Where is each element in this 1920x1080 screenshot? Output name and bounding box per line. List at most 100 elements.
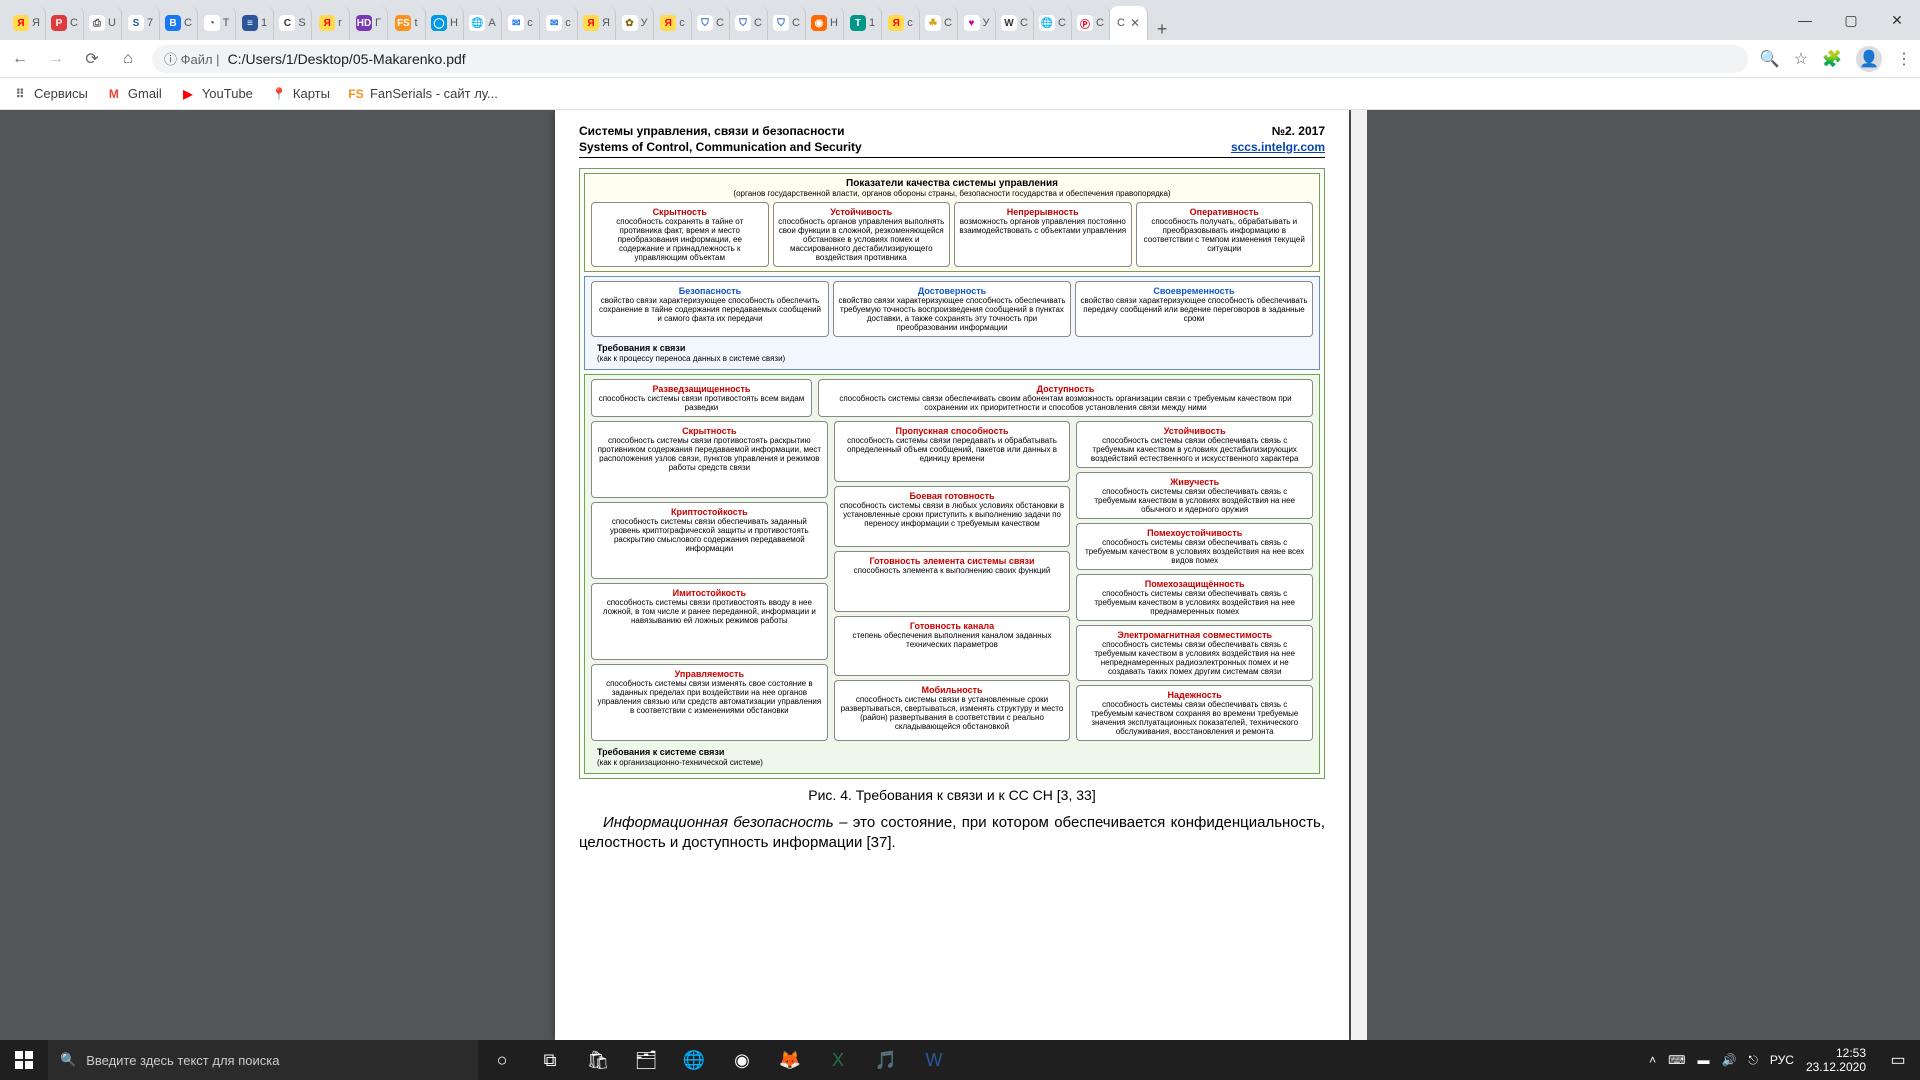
browser-tab[interactable]: ✿У (616, 6, 654, 40)
cell-title: Надежность (1081, 690, 1308, 700)
browser-tab[interactable]: Яc (882, 6, 920, 40)
pdf-page: Системы управления, связи и безопасности… (555, 110, 1349, 1040)
battery-icon[interactable]: ▬ (1697, 1053, 1709, 1067)
close-window-button[interactable]: ✕ (1874, 0, 1920, 40)
favicon: S (128, 15, 144, 31)
bookmark-item[interactable]: ▶YouTube (180, 86, 253, 102)
browser-tab[interactable]: ☘С (920, 6, 958, 40)
cortana-icon[interactable]: ○ (478, 1040, 526, 1080)
wifi-icon[interactable]: ⎋ (1748, 1053, 1758, 1068)
cell-desc: способность элемента к выполнению своих … (839, 566, 1066, 575)
browser-tab[interactable]: PС (46, 6, 84, 40)
favicon: ✿ (622, 15, 638, 31)
vertical-scrollbar[interactable] (1351, 110, 1367, 1040)
browser-tab[interactable]: ⛉С (730, 6, 768, 40)
keyboard-icon[interactable]: ⌨ (1668, 1053, 1685, 1067)
tab-title: 7 (147, 17, 153, 29)
cell-title: Разведзащищенность (596, 384, 807, 394)
firefox-icon[interactable]: 🦊 (766, 1040, 814, 1080)
browser-tab[interactable]: ♥У (958, 6, 996, 40)
browser-tab[interactable]: HDГ (350, 6, 388, 40)
menu-icon[interactable]: ⋮ (1896, 49, 1912, 69)
url-text: C:/Users/1/Desktop/05-Makarenko.pdf (228, 51, 466, 67)
favicon: ✉ (546, 15, 562, 31)
bookmark-star-icon[interactable]: ☆ (1794, 49, 1808, 69)
edge-icon[interactable]: 🌐 (670, 1040, 718, 1080)
browser-tab[interactable]: ◉Н (806, 6, 844, 40)
window-controls: — ▢ ✕ (1782, 0, 1920, 40)
forward-button[interactable]: → (44, 47, 68, 71)
cell-desc: способность получать, обрабатывать и пре… (1141, 217, 1309, 253)
action-center-icon[interactable]: ▭ (1876, 1050, 1920, 1070)
browser-tab[interactable]: FSt (388, 6, 426, 40)
language-indicator[interactable]: РУС (1770, 1053, 1794, 1067)
favicon: Я (660, 15, 676, 31)
bookmark-item[interactable]: ⠿Сервисы (12, 86, 88, 102)
browser-tab[interactable]: ◯Н (426, 6, 464, 40)
browser-tab[interactable]: CS (274, 6, 312, 40)
browser-tab[interactable]: BC (160, 6, 198, 40)
browser-tab[interactable]: ⎙U (84, 6, 122, 40)
back-button[interactable]: ← (8, 47, 32, 71)
browser-tab[interactable]: 🌐А (464, 6, 502, 40)
profile-avatar[interactable]: 👤 (1856, 46, 1882, 72)
browser-tab[interactable]: Яc (654, 6, 692, 40)
tab-title: 1 (869, 17, 875, 29)
tab-close-icon[interactable]: ✕ (1130, 16, 1140, 30)
start-button[interactable] (0, 1040, 48, 1080)
diagram-group-mid: Безопасностьсвойство связи характеризующ… (584, 276, 1320, 370)
chrome-icon[interactable]: ◉ (718, 1040, 766, 1080)
browser-tab[interactable]: ✉c (540, 6, 578, 40)
browser-tab[interactable]: ⛉С (692, 6, 730, 40)
diagram: Показатели качества системы управления (… (579, 168, 1325, 779)
pdf-viewport[interactable]: Системы управления, связи и безопасности… (0, 110, 1920, 1040)
omnibox[interactable]: ⓘ Файл | C:/Users/1/Desktop/05-Makarenko… (152, 45, 1748, 73)
msstore-icon[interactable]: 🛍 (574, 1040, 622, 1080)
bookmark-item[interactable]: 📍Карты (271, 86, 330, 102)
favicon: P (51, 15, 67, 31)
excel-icon[interactable]: X (814, 1040, 862, 1080)
cell-desc: способность системы связи обеспечивать з… (596, 517, 823, 553)
cell-title: Оперативность (1141, 207, 1309, 217)
browser-tab[interactable]: ≡1 (236, 6, 274, 40)
browser-tab[interactable]: 🌐С (1034, 6, 1072, 40)
bookmark-label: Сервисы (34, 86, 88, 101)
favicon: ◔ (204, 15, 220, 31)
maximize-button[interactable]: ▢ (1828, 0, 1874, 40)
favicon: ⎙ (89, 15, 105, 31)
bookmark-item[interactable]: MGmail (106, 86, 162, 102)
reload-button[interactable]: ⟳ (80, 47, 104, 71)
browser-tab-active[interactable]: C✕ (1110, 6, 1148, 40)
volume-icon[interactable]: 🔊 (1721, 1053, 1736, 1067)
diagram-cell: Оперативностьспособность получать, обраб… (1136, 202, 1314, 267)
bookmark-item[interactable]: FSFanSerials - сайт лу... (348, 86, 498, 102)
diagram-cell: Скрытностьспособность сохранять в тайне … (591, 202, 769, 267)
taskbar-clock[interactable]: 12:53 23.12.2020 (1806, 1046, 1866, 1075)
browser-tab[interactable]: Яr (312, 6, 350, 40)
browser-tab[interactable]: ЯЯ (578, 6, 616, 40)
home-button[interactable]: ⌂ (116, 47, 140, 71)
favicon: Я (13, 15, 29, 31)
browser-tab[interactable]: ◔Т (198, 6, 236, 40)
tab-strip: ЯЯPС⎙US7BC◔Т≡1CSЯrHDГFSt◯Н🌐А✉c✉cЯЯ✿УЯc⛉С… (0, 0, 1782, 40)
browser-tab[interactable]: T1 (844, 6, 882, 40)
browser-tab[interactable]: WС (996, 6, 1034, 40)
figure-caption: Рис. 4. Требования к связи и к СС СН [3,… (579, 787, 1325, 803)
browser-tab[interactable]: ЯЯ (8, 6, 46, 40)
word-icon[interactable]: W (910, 1040, 958, 1080)
itunes-icon[interactable]: 🎵 (862, 1040, 910, 1080)
taskview-icon[interactable]: ⧉ (526, 1040, 574, 1080)
browser-tab[interactable]: ✉c (502, 6, 540, 40)
browser-tab[interactable]: ⓅС (1072, 6, 1110, 40)
explorer-icon[interactable]: 🗂 (622, 1040, 670, 1080)
minimize-button[interactable]: — (1782, 0, 1828, 40)
favicon: ⛉ (773, 15, 789, 31)
diagram-cell: Разведзащищенностьспособность системы св… (591, 379, 812, 417)
extensions-icon[interactable]: 🧩 (1822, 49, 1842, 69)
browser-tab[interactable]: ⛉С (768, 6, 806, 40)
new-tab-button[interactable]: + (1148, 19, 1176, 40)
tray-chevron-icon[interactable]: ˄ (1649, 1053, 1656, 1067)
zoom-icon[interactable]: 🔍 (1760, 49, 1780, 69)
taskbar-search[interactable]: 🔍 Введите здесь текст для поиска (48, 1040, 478, 1080)
browser-tab[interactable]: S7 (122, 6, 160, 40)
